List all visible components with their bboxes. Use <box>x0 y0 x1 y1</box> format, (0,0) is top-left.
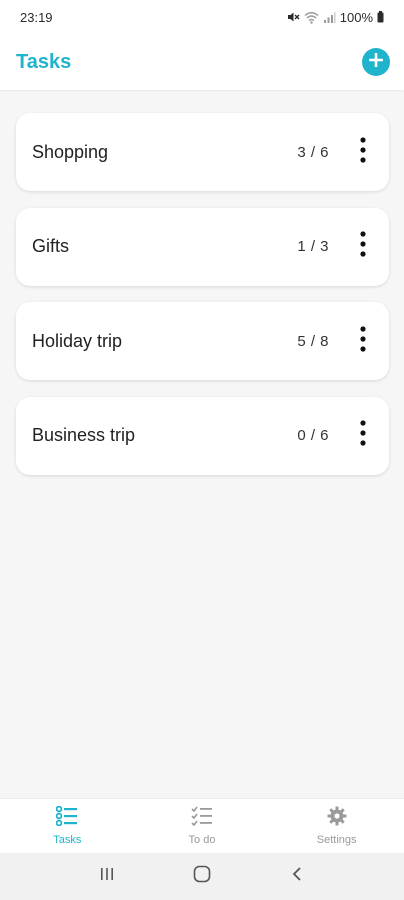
task-progress-count: 5 / 8 <box>297 332 329 350</box>
more-options-button[interactable] <box>353 420 373 451</box>
recents-icon <box>99 867 115 886</box>
task-name: Business trip <box>32 425 136 445</box>
task-list-icon <box>56 805 78 831</box>
more-options-button[interactable] <box>353 136 373 168</box>
task-card-gifts[interactable]: Gifts 1 / 3 <box>16 207 389 286</box>
more-vertical-icon <box>360 136 366 168</box>
more-vertical-icon <box>360 231 366 262</box>
home-icon <box>193 865 211 888</box>
task-progress-count: 0 / 6 <box>297 427 329 444</box>
task-card-shopping[interactable]: Shopping 3 / 6 <box>16 113 389 191</box>
recents-button[interactable] <box>87 857 127 897</box>
more-vertical-icon <box>360 325 366 357</box>
app-header: Tasks <box>0 34 404 90</box>
battery-icon <box>377 11 384 23</box>
wifi-icon <box>304 11 319 24</box>
home-button[interactable] <box>182 857 222 897</box>
task-progress-count: 3 / 6 <box>297 143 329 161</box>
nav-label: To do <box>188 834 216 846</box>
task-name: Shopping <box>32 141 109 162</box>
nav-label: Settings <box>316 834 357 846</box>
status-bar: 23:19 100% <box>0 0 404 34</box>
task-progress-count: 1 / 3 <box>297 238 329 255</box>
signal-icon <box>323 11 336 23</box>
screen: 23:19 100% Tasks Shopping 3 / 6 Gifts 1 … <box>0 0 404 900</box>
status-time: 23:19 <box>20 9 53 25</box>
page-title: Tasks <box>16 50 72 73</box>
plus-icon <box>368 52 384 72</box>
nav-item-settings[interactable]: Settings <box>269 799 404 853</box>
nav-item-todo[interactable]: To do <box>135 799 270 853</box>
mute-icon <box>286 10 300 24</box>
task-list: Shopping 3 / 6 Gifts 1 / 3 Holiday trip … <box>16 113 389 491</box>
task-name: Gifts <box>32 236 70 256</box>
gear-icon <box>327 806 347 831</box>
task-card-holiday-trip[interactable]: Holiday trip 5 / 8 <box>16 302 389 380</box>
status-icons: 100% <box>286 10 384 25</box>
bottom-nav: Tasks To do Settings <box>0 798 404 853</box>
checklist-icon <box>191 806 213 831</box>
task-name: Holiday trip <box>32 330 123 351</box>
task-card-business-trip[interactable]: Business trip 0 / 6 <box>16 396 389 475</box>
more-options-button[interactable] <box>353 231 373 262</box>
nav-item-tasks[interactable]: Tasks <box>0 799 135 853</box>
back-icon <box>291 866 303 887</box>
nav-label: Tasks <box>53 834 82 846</box>
battery-percent: 100% <box>339 9 373 25</box>
more-vertical-icon <box>360 420 366 451</box>
system-nav-bar <box>0 853 404 900</box>
back-button[interactable] <box>277 857 317 897</box>
add-task-button[interactable] <box>362 48 390 76</box>
more-options-button[interactable] <box>353 325 373 357</box>
